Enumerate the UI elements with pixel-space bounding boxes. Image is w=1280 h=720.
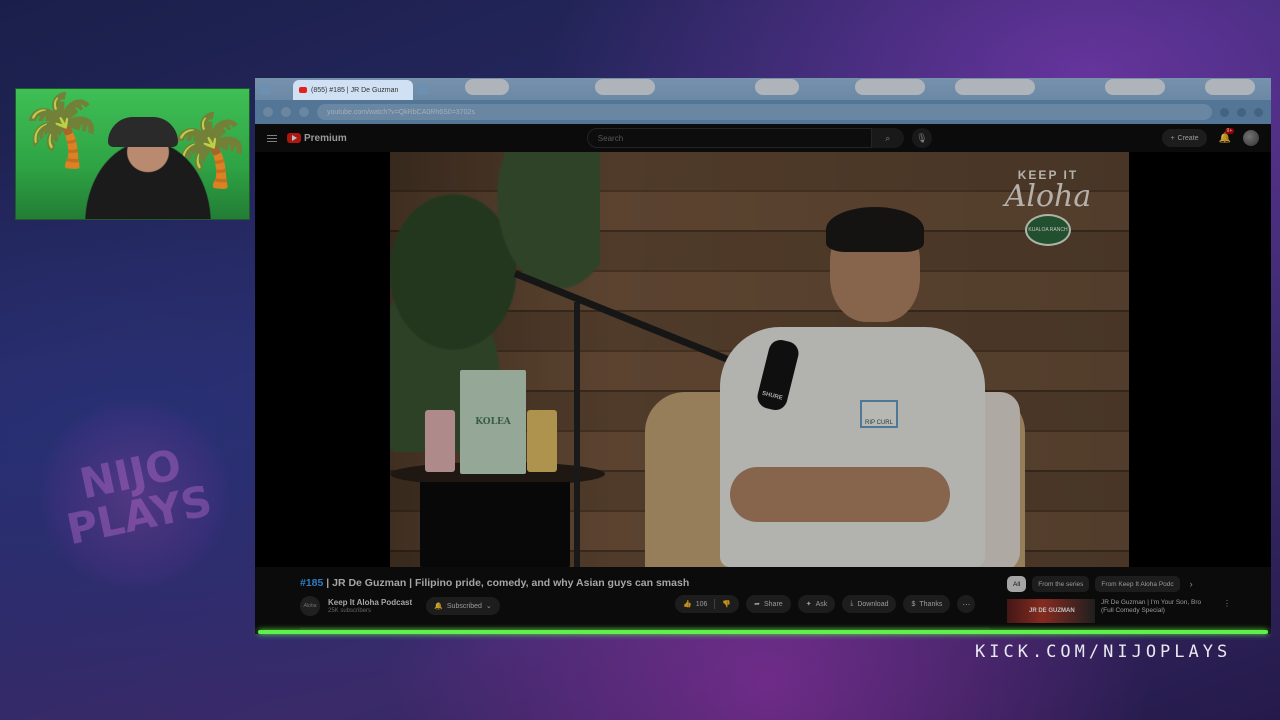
search-button[interactable]: ⌕ [871, 128, 904, 148]
youtube-header: Premium ⌕ 🎙 + Create 🔔 9+ [255, 124, 1271, 152]
video-player[interactable]: KOLEA RIP CURL SHURE KEEP IT Aloha KUALO… [255, 152, 1271, 567]
forward-icon[interactable] [281, 107, 291, 117]
tab-youtube[interactable]: (855) #185 | JR De Guzman [293, 80, 413, 100]
chip-all[interactable]: All [1007, 576, 1027, 592]
youtube-play-icon [287, 133, 301, 143]
guest-body [720, 327, 985, 567]
drink-box: KOLEA [460, 370, 526, 474]
browser-window: (855) #185 | JR De Guzman youtube.com/wa… [255, 78, 1271, 634]
thanks-icon: $ [911, 600, 916, 608]
search-bar: ⌕ 🎙 [586, 128, 932, 148]
guest-hair [826, 207, 924, 252]
search-input[interactable] [586, 128, 872, 148]
video-info: #185 | JR De Guzman | Filipino pride, co… [255, 567, 1271, 634]
video-title-text: | JR De Guzman | Filipino pride, comedy,… [323, 577, 690, 589]
chevron-down-icon: ⌄ [485, 603, 492, 610]
subscribed-button[interactable]: 🔔 Subscribed ⌄ [426, 597, 500, 615]
voice-search-button[interactable]: 🎙 [911, 128, 932, 148]
search-icon: ⌕ [885, 132, 891, 143]
thanks-label: Thanks [919, 600, 943, 608]
recommended-title[interactable]: JR De Guzman | I'm Your Son, Bro (Full C… [1101, 599, 1211, 623]
chip-from-channel[interactable]: From Keep It Aloha Podc [1095, 576, 1180, 592]
plus-icon: + [1170, 134, 1175, 142]
youtube-logo[interactable]: Premium [287, 133, 347, 144]
notification-badge: 9+ [1224, 127, 1235, 134]
like-count: 106 [695, 600, 708, 608]
thanks-button[interactable]: $ Thanks [903, 595, 951, 613]
mic-stand [574, 302, 580, 567]
bell-icon: 🔔 [1218, 132, 1231, 144]
video-watermark: KEEP IT Aloha KUALOA RANCH [983, 168, 1113, 246]
video-frame[interactable]: KOLEA RIP CURL SHURE KEEP IT Aloha KUALO… [390, 152, 1129, 567]
youtube-favicon-icon [299, 87, 307, 93]
hamburger-menu-icon[interactable] [267, 134, 277, 142]
new-tab-button[interactable] [417, 83, 429, 95]
create-label: Create [1177, 134, 1199, 142]
header-right-controls: + Create 🔔 9+ [1162, 127, 1259, 147]
download-button[interactable]: ⤓ Download [842, 595, 897, 613]
chevron-right-icon[interactable]: › [1190, 579, 1193, 589]
download-label: Download [857, 600, 889, 608]
mic-brand: SHURE [761, 390, 784, 402]
tab-menu-button[interactable] [259, 83, 271, 95]
ask-button[interactable]: ✦ Ask [797, 595, 836, 613]
bell-icon: 🔔 [434, 603, 443, 610]
extension-icon[interactable] [1237, 107, 1246, 117]
kick-url: KICK.COM/NIJOPLAYS [975, 642, 1232, 662]
sparkle-icon: ✦ [805, 601, 812, 608]
watermark-seal: KUALOA RANCH [1025, 214, 1071, 246]
notifications-button[interactable]: 🔔 9+ [1218, 127, 1235, 144]
channel-avatar[interactable]: Aloha [300, 596, 320, 616]
tab-title: (855) #185 | JR De Guzman [311, 86, 399, 94]
extension-icon[interactable] [1220, 107, 1229, 117]
video-actions: 👍 106 👎 ➦ Share ✦ Ask ⤓ Download $ Thank… [675, 595, 976, 613]
recommended-video[interactable]: JR DE GUZMAN JR De Guzman | I'm Your Son… [1007, 599, 1257, 623]
video-title: #185 | JR De Guzman | Filipino pride, co… [300, 577, 689, 589]
shirt-logo: RIP CURL [860, 400, 898, 428]
channel-meta: Keep It Aloha Podcast 25K subscribers [328, 598, 412, 614]
more-actions-button[interactable]: ⋯ [957, 595, 976, 613]
share-icon: ➦ [754, 601, 760, 608]
back-icon[interactable] [263, 107, 273, 117]
side-table-base [420, 482, 570, 567]
like-dislike-group: 👍 106 👎 [675, 595, 740, 613]
ask-label: Ask [815, 600, 828, 608]
channel-logo-text: NIJO PLAYS [62, 439, 217, 555]
guest-arms [730, 467, 950, 522]
youtube-logo-text: Premium [304, 132, 347, 144]
kebab-menu-icon[interactable]: ⋮ [1223, 599, 1231, 623]
profile-icon[interactable] [1254, 107, 1263, 117]
subscribed-label: Subscribed [446, 602, 482, 610]
reload-icon[interactable] [299, 107, 309, 117]
chip-from-series[interactable]: From the series [1032, 576, 1090, 592]
share-button[interactable]: ➦ Share [746, 595, 791, 613]
subscriber-count: 25K subscribers [328, 608, 372, 614]
drink-can [425, 410, 455, 472]
episode-link[interactable]: #185 [300, 577, 323, 589]
accent-line [258, 630, 1268, 634]
share-label: Share [764, 600, 783, 608]
create-button[interactable]: + Create [1162, 129, 1207, 147]
address-bar: youtube.com/watch?v=QkRbCA0Rh6S0=3702s [255, 100, 1271, 124]
webcam-overlay: 🌴 🌴 [15, 88, 250, 220]
watermark-line2: Aloha [1004, 179, 1092, 214]
streamer-cap [108, 117, 178, 147]
channel-name[interactable]: Keep It Aloha Podcast [328, 598, 412, 607]
url-field[interactable]: youtube.com/watch?v=QkRbCA0Rh6S0=3702s [317, 104, 1212, 120]
thumbs-up-icon[interactable]: 👍 [683, 600, 692, 608]
recommendation-chips: All From the series From Keep It Aloha P… [1007, 576, 1193, 592]
thumbs-down-icon[interactable]: 👎 [722, 600, 731, 608]
recommended-thumbnail[interactable]: JR DE GUZMAN [1007, 599, 1095, 623]
more-icon: ⋯ [962, 599, 971, 609]
tab-bar: (855) #185 | JR De Guzman [255, 78, 1271, 100]
download-icon: ⤓ [850, 600, 854, 607]
drink-can [527, 410, 557, 472]
avatar[interactable] [1243, 130, 1259, 146]
mic-icon: 🎙 [916, 132, 928, 143]
channel-logo: NIJO PLAYS [35, 400, 235, 590]
